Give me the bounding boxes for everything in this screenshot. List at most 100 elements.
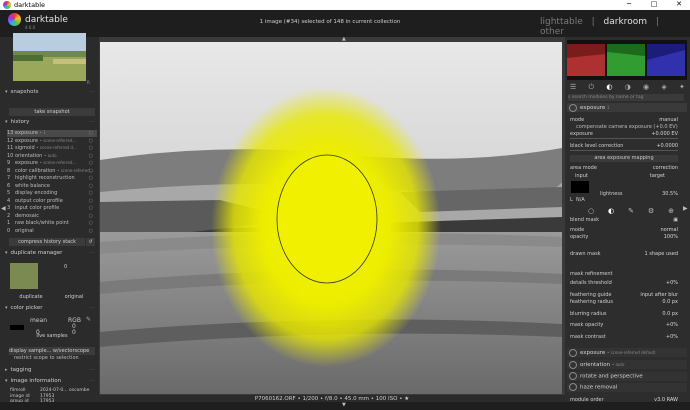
drawn-mask-row[interactable]: drawn mask 1 shape used: [570, 251, 678, 257]
close-button[interactable]: ✕: [670, 0, 688, 10]
blurring-radius-slider[interactable]: blurring radius 0.0 px: [570, 311, 678, 317]
restrict-scope-toggle[interactable]: restrict scope to selection: [14, 355, 79, 361]
lightness-slider[interactable]: lightness 30.5%: [600, 191, 678, 197]
duplicate-button[interactable]: duplicate: [9, 293, 53, 301]
module-status-icon: ○: [88, 175, 93, 181]
history-item[interactable]: 4 output color profile ○: [7, 198, 97, 205]
history-item[interactable]: 3 input color profile ○: [7, 205, 97, 212]
compress-history-button[interactable]: compress history stack: [9, 238, 85, 246]
history-item[interactable]: 8 color calibration • scene-referred... ○: [7, 168, 97, 175]
module-status-icon: ○: [88, 212, 93, 219]
history-item[interactable]: 1 raw black/white point ○: [7, 220, 97, 227]
correct-modules-icon[interactable]: ◈: [661, 83, 666, 91]
exposure-slider-track[interactable]: [570, 138, 678, 139]
blend-off-icon[interactable]: ○: [588, 207, 594, 215]
presets-icon[interactable]: ⋯: [90, 250, 96, 256]
collapse-right-panel-icon[interactable]: ▶: [683, 205, 688, 212]
details-threshold-slider[interactable]: details threshold +0%: [570, 280, 678, 286]
collapse-top-panel-icon[interactable]: ▲: [342, 36, 346, 42]
display-samples-toggle[interactable]: display sample... w/vectorscope: [9, 347, 95, 355]
active-modules-icon[interactable]: ⏻: [589, 83, 595, 92]
black-level-slider[interactable]: black level correction +0.0000: [570, 143, 678, 149]
color-picker-header[interactable]: ▾ color picker ⋯: [5, 305, 95, 313]
history-item[interactable]: 5 display encoding ○: [7, 190, 97, 197]
module-orientation[interactable]: orientation • auto: [567, 360, 687, 369]
feathering-radius-slider[interactable]: feathering radius 0.0 px: [570, 299, 678, 305]
tone-modules-icon[interactable]: ◑: [625, 83, 631, 91]
maximize-button[interactable]: □: [645, 0, 663, 10]
photo-canvas[interactable]: [100, 42, 562, 394]
mode-row[interactable]: mode manual: [570, 117, 678, 123]
snapshots-header[interactable]: ▾ snapshots ⋯: [5, 89, 95, 97]
view-lighttable[interactable]: lighttable: [540, 17, 583, 27]
history-item[interactable]: 2 demosaic ○: [7, 213, 97, 220]
module-status-icon: ○: [88, 167, 93, 174]
history-item[interactable]: 7 highlight reconstruction ○: [7, 175, 97, 182]
module-haze-removal[interactable]: haze removal: [567, 383, 687, 392]
view-darkroom[interactable]: darkroom: [604, 17, 647, 27]
module-rotate-perspective[interactable]: rotate and perspective: [567, 372, 687, 381]
collapse-bottom-panel-icon[interactable]: ▼: [342, 402, 346, 408]
raster-mask-icon[interactable]: ⊕: [668, 207, 674, 215]
black-level-slider-track[interactable]: [570, 150, 678, 151]
feathering-guide-select[interactable]: feathering guide input after blur: [570, 292, 678, 298]
history-item[interactable]: 12 exposure • scene-referred... ○: [7, 138, 97, 145]
module-power-icon[interactable]: [569, 383, 577, 391]
original-button[interactable]: original: [53, 293, 95, 301]
presets-icon[interactable]: ⋯: [90, 305, 96, 311]
presets-icon[interactable]: ⋯: [90, 119, 96, 125]
history-item[interactable]: 11 sigmoid • scene-referred d... ○: [7, 145, 97, 152]
module-power-icon[interactable]: [569, 372, 577, 380]
collapse-left-panel-icon[interactable]: ◀: [1, 205, 6, 212]
histogram[interactable]: [567, 40, 687, 80]
module-search-input[interactable]: ⌕ search modules by name or tag: [568, 94, 684, 101]
minimize-button[interactable]: ─: [620, 0, 638, 10]
area-exposure-mapping-section[interactable]: area exposure mapping: [570, 155, 678, 162]
history-item[interactable]: 0 original ○: [7, 228, 97, 235]
presets-icon[interactable]: ⋯: [90, 89, 96, 95]
picker-mode-select[interactable]: mean: [30, 317, 47, 324]
module-status-icon: ○: [88, 152, 93, 159]
image-information-header[interactable]: ▾ image information ⋯: [5, 378, 95, 386]
drawn-mask-icon[interactable]: ✎: [628, 207, 634, 215]
mask-opacity-slider[interactable]: mask opacity +0%: [570, 322, 678, 328]
uniform-blend-icon[interactable]: ◐: [608, 207, 614, 215]
module-exposure-default[interactable]: exposure • scene-referred default: [567, 348, 687, 357]
quick-access-icon[interactable]: ☰: [570, 83, 576, 91]
view-other[interactable]: other: [540, 27, 564, 37]
presets-icon[interactable]: ⋯: [90, 378, 96, 384]
base-modules-icon[interactable]: ◐: [606, 83, 612, 91]
history-item-label: color calibration: [15, 167, 56, 174]
history-item-label: exposure: [15, 130, 38, 136]
history-reset-icon[interactable]: ↺: [86, 238, 95, 246]
module-power-icon[interactable]: [569, 360, 577, 369]
opacity-slider[interactable]: opacity 100%: [570, 234, 678, 240]
history-item[interactable]: 13 exposure • 1 ○: [7, 130, 97, 137]
navigation-thumbnail[interactable]: [13, 33, 86, 81]
module-power-icon[interactable]: [569, 103, 577, 112]
take-snapshot-button[interactable]: take snapshot: [9, 108, 95, 116]
area-mode-row[interactable]: area mode correction: [570, 165, 678, 171]
exposure-module-header[interactable]: exposure 1: [567, 103, 687, 112]
mask-contrast-slider[interactable]: mask contrast +0%: [570, 334, 678, 340]
parametric-mask-icon[interactable]: ⚙: [648, 207, 654, 215]
history-item[interactable]: 9 exposure • scene-referred... ○: [7, 160, 97, 167]
view-separator: |: [591, 17, 595, 27]
presets-icon[interactable]: ⋯: [90, 367, 96, 373]
history-item[interactable]: 6 white balance ○: [7, 183, 97, 190]
history-header[interactable]: ▾ history ⋯: [5, 119, 95, 127]
effect-modules-icon[interactable]: ✦: [679, 83, 685, 91]
brand: darktable 4.6.0: [8, 13, 68, 30]
exposure-slider[interactable]: exposure +0.000 EV: [570, 131, 678, 137]
input-color-swatch: [571, 181, 589, 193]
color-modules-icon[interactable]: ◉: [643, 83, 649, 91]
blend-mode-row[interactable]: mode normal: [570, 227, 678, 233]
compensate-exposure-checkbox[interactable]: compensate camera exposure (+0.0 EV): [576, 124, 684, 130]
duplicate-thumbnail[interactable]: [10, 263, 38, 289]
history-item[interactable]: 10 orientation • auto ○: [7, 153, 97, 160]
tagging-header[interactable]: ▸ tagging ⋯: [5, 367, 95, 375]
duplicate-manager-header[interactable]: ▾ duplicate manager ⋯: [5, 250, 95, 258]
eyedropper-icon[interactable]: ✎: [86, 316, 91, 323]
history-item-number: 11: [7, 145, 14, 151]
module-power-icon[interactable]: [569, 348, 577, 357]
